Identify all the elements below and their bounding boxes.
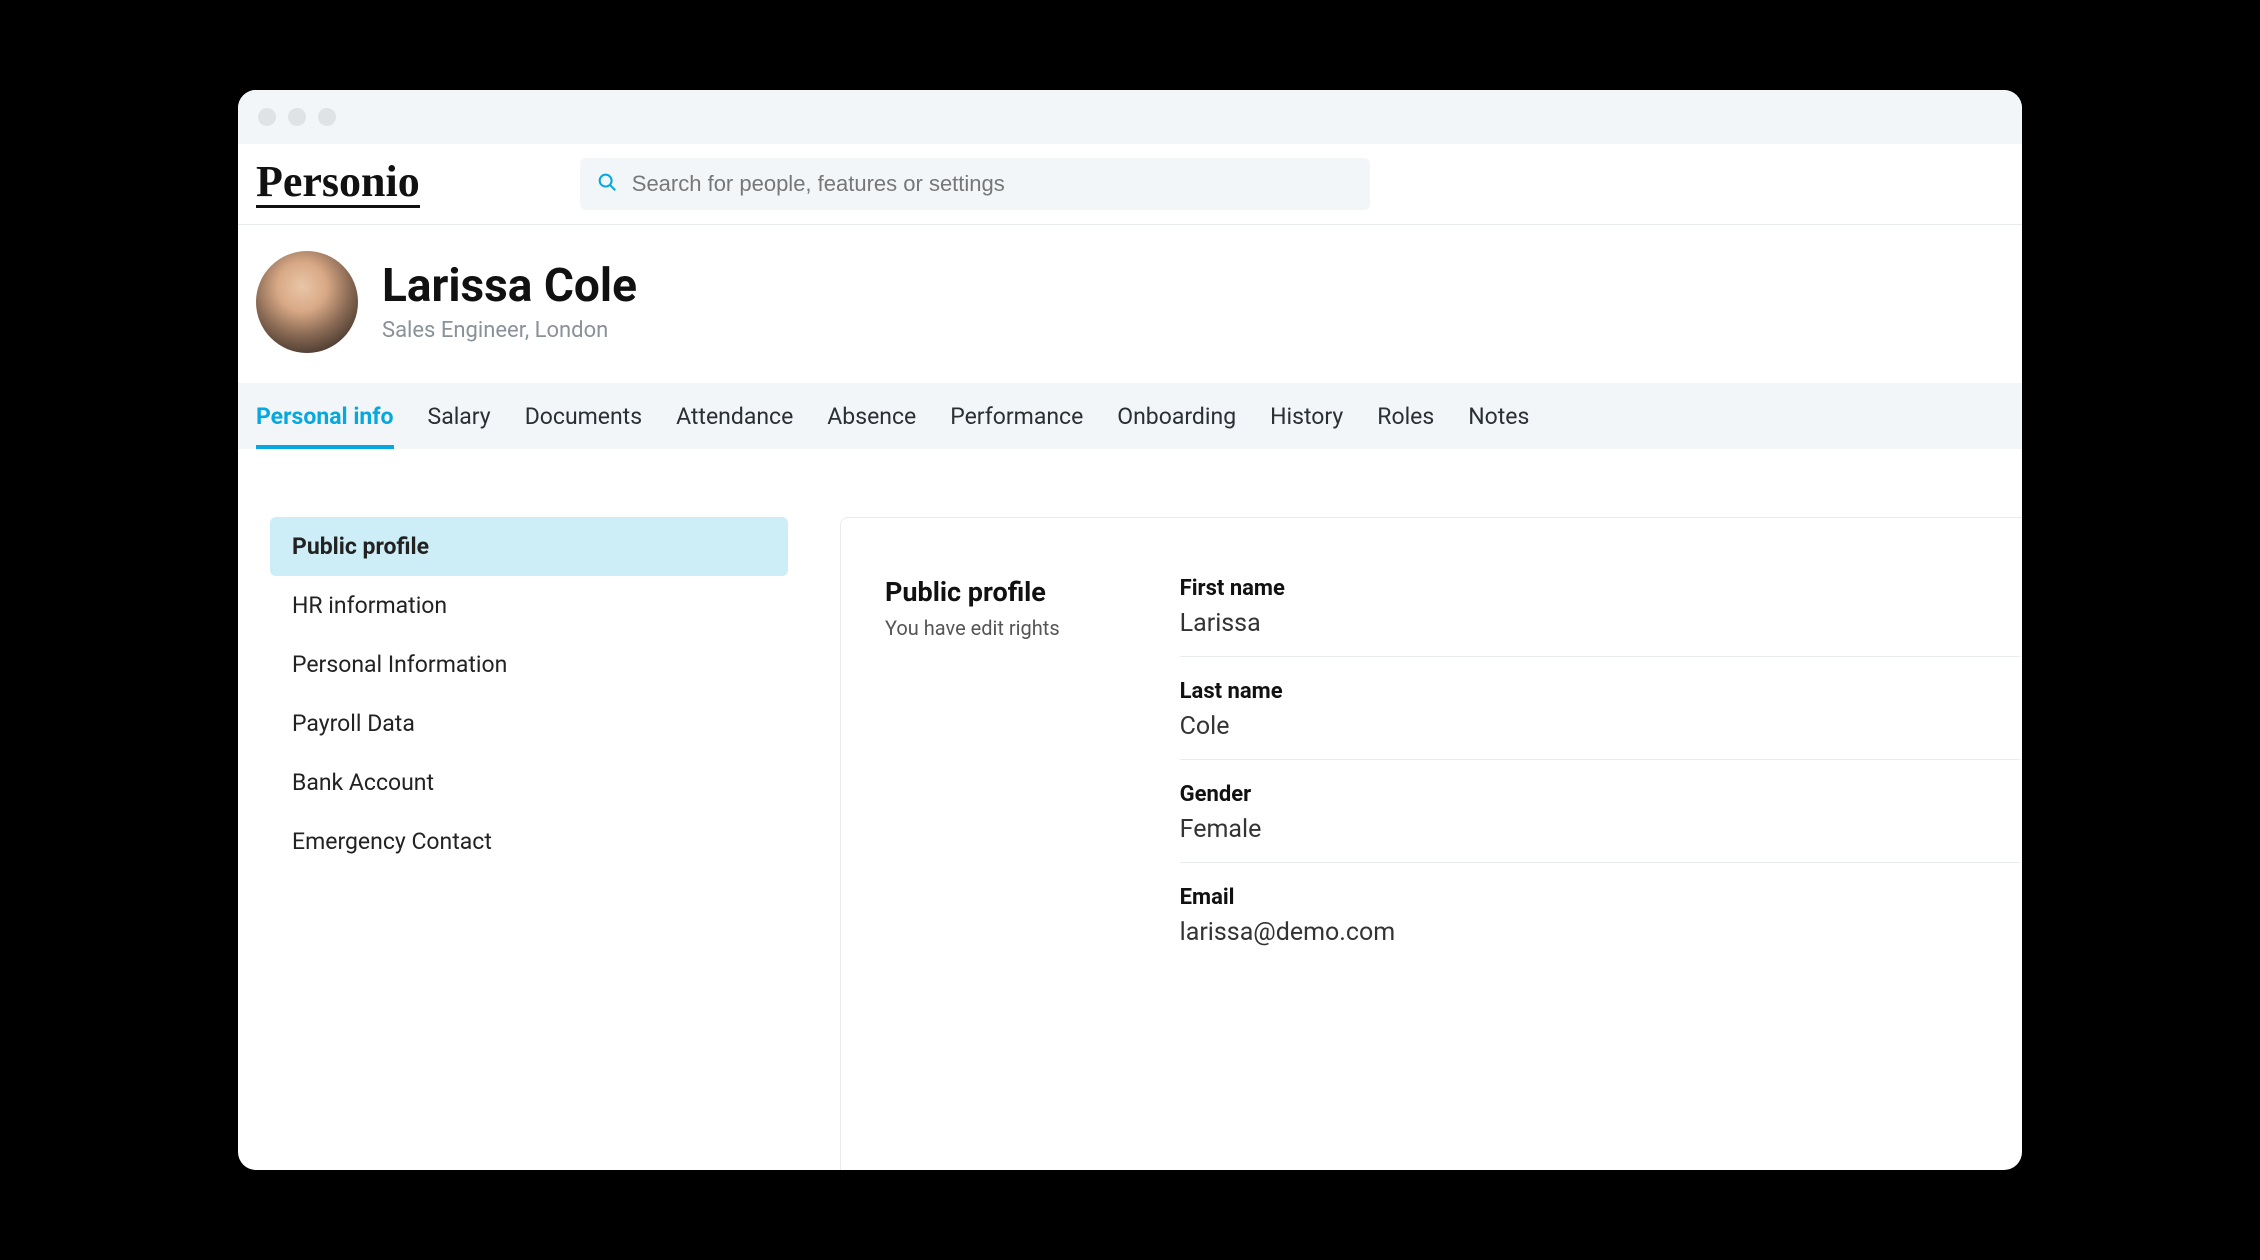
sidebar-item-public-profile[interactable]: Public profile [270, 517, 788, 576]
brand-logo[interactable]: Personio [256, 160, 420, 208]
window-titlebar [238, 90, 2022, 144]
sidebar-item-bank-account[interactable]: Bank Account [270, 753, 788, 812]
field-label: First name [1180, 576, 2020, 601]
profile-name: Larissa Cole [382, 261, 637, 312]
field-last-name[interactable]: Last name Cole [1180, 679, 2020, 760]
tab-notes[interactable]: Notes [1468, 383, 1529, 449]
field-first-name[interactable]: First name Larissa [1180, 576, 2020, 657]
tab-performance[interactable]: Performance [950, 383, 1083, 449]
tab-personal-info[interactable]: Personal info [256, 383, 394, 449]
tab-absence[interactable]: Absence [827, 383, 916, 449]
tab-onboarding[interactable]: Onboarding [1117, 383, 1236, 449]
profile-header: Larissa Cole Sales Engineer, London [238, 225, 2022, 383]
section-header: Public profile You have edit rights [885, 576, 1060, 1170]
field-value: Female [1180, 815, 2020, 844]
tab-roles[interactable]: Roles [1377, 383, 1434, 449]
window-maximize-dot[interactable] [318, 108, 336, 126]
app-window: Personio Larissa Cole Sales Engineer, Lo… [238, 90, 2022, 1170]
tab-documents[interactable]: Documents [525, 383, 642, 449]
field-label: Gender [1180, 782, 2020, 807]
field-label: Last name [1180, 679, 2020, 704]
sidebar-item-payroll-data[interactable]: Payroll Data [270, 694, 788, 753]
profile-subtitle: Sales Engineer, London [382, 318, 637, 343]
section-subtitle: You have edit rights [885, 616, 1060, 640]
sidebar-item-hr-information[interactable]: HR information [270, 576, 788, 635]
fields-list: First name Larissa Last name Cole Gender… [1180, 576, 2022, 1170]
sidebar: Public profile HR information Personal I… [270, 517, 788, 1170]
profile-heading: Larissa Cole Sales Engineer, London [382, 261, 637, 343]
tab-history[interactable]: History [1270, 383, 1343, 449]
window-minimize-dot[interactable] [288, 108, 306, 126]
section-title: Public profile [885, 576, 1060, 608]
field-email[interactable]: Email larissa@demo.com [1180, 885, 2020, 965]
field-label: Email [1180, 885, 2020, 910]
search-icon [596, 171, 618, 197]
field-value: Larissa [1180, 609, 2020, 638]
tab-salary[interactable]: Salary [428, 383, 491, 449]
top-bar: Personio [238, 144, 2022, 225]
main-panel: Public profile You have edit rights Firs… [840, 517, 2022, 1170]
field-gender[interactable]: Gender Female [1180, 782, 2020, 863]
field-value: larissa@demo.com [1180, 918, 2020, 947]
tab-bar: Personal info Salary Documents Attendanc… [238, 383, 2022, 449]
avatar[interactable] [256, 251, 358, 353]
content-area: Public profile HR information Personal I… [238, 449, 2022, 1170]
sidebar-item-personal-information[interactable]: Personal Information [270, 635, 788, 694]
search-input[interactable] [632, 171, 1354, 197]
tab-attendance[interactable]: Attendance [676, 383, 793, 449]
search-container[interactable] [580, 158, 1370, 210]
window-close-dot[interactable] [258, 108, 276, 126]
field-value: Cole [1180, 712, 2020, 741]
sidebar-item-emergency-contact[interactable]: Emergency Contact [270, 812, 788, 871]
